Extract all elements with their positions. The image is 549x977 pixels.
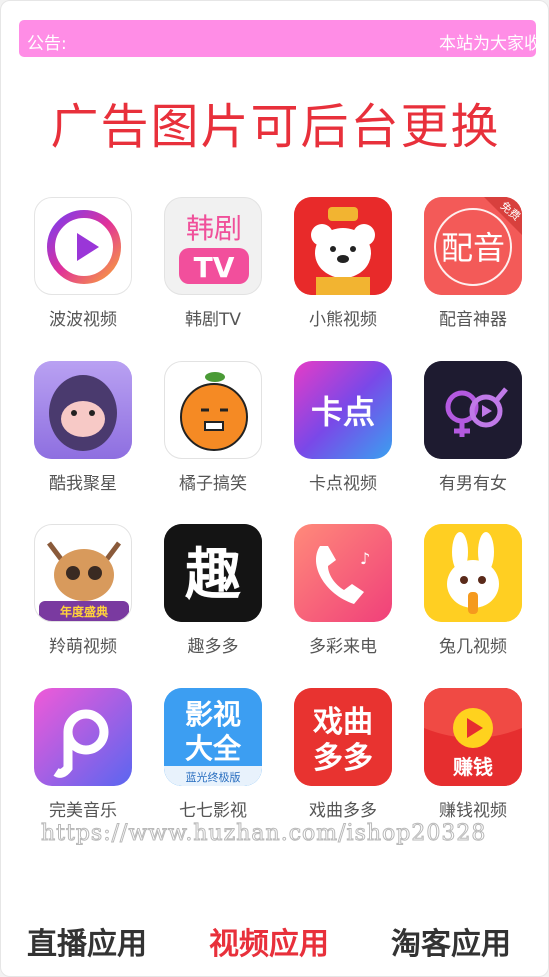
bobo-play-icon (34, 197, 132, 295)
peiyin-icon: 配音 免费 (424, 197, 522, 295)
tab-live[interactable]: 直播应用 (27, 919, 147, 963)
app-label: 多彩来电 (309, 637, 377, 657)
app-label: 七七影视 (179, 801, 247, 821)
category-tabs: 直播应用 视频应用 淘客应用 (1, 919, 548, 969)
app-label: 有男有女 (439, 474, 507, 494)
app-item-hanju[interactable]: 韩剧 TV 韩剧TV (152, 197, 272, 337)
hanju-tv-icon: 韩剧 TV (164, 197, 262, 295)
app-item-bear[interactable]: 小熊视频 (282, 197, 402, 337)
app-label: 韩剧TV (184, 310, 241, 330)
rabbit-icon (424, 524, 522, 622)
phone-icon: ♪ (294, 524, 392, 622)
gorilla-icon (34, 361, 132, 459)
gender-play-icon (424, 361, 522, 459)
app-grid: 波波视频 韩剧 TV 韩剧TV 小熊视频 配音 免费 配音神器 酷我聚星 橘子搞… (1, 1, 548, 831)
tab-taoke[interactable]: 淘客应用 (391, 919, 511, 963)
svg-text:年度盛典: 年度盛典 (60, 604, 108, 619)
app-item-bobo[interactable]: 波波视频 (22, 197, 142, 337)
app-item-lingmeng[interactable]: 年度盛典 羚萌视频 (22, 524, 142, 664)
earn-play-icon: 赚钱 (424, 688, 522, 786)
app-item-kadian[interactable]: 卡点 卡点视频 (282, 361, 402, 501)
svg-text:配音: 配音 (441, 229, 505, 267)
svg-text:♪: ♪ (360, 549, 370, 568)
svg-text:蓝光终极版: 蓝光终极版 (186, 770, 241, 784)
app-label: 赚钱视频 (439, 801, 507, 821)
kadian-icon: 卡点 (294, 361, 392, 459)
app-label: 配音神器 (439, 310, 507, 330)
svg-text:卡点: 卡点 (311, 393, 375, 431)
xiqu-icon: 戏曲 多多 (294, 688, 392, 786)
app-item-zhuanqian[interactable]: 赚钱 赚钱视频 (412, 688, 532, 828)
app-label: 小熊视频 (309, 310, 377, 330)
app-item-qiqi[interactable]: 影视 大全 蓝光终极版 七七影视 (152, 688, 272, 828)
app-label: 酷我聚星 (49, 474, 117, 494)
orange-face-icon (164, 361, 262, 459)
tab-video[interactable]: 视频应用 (209, 919, 329, 963)
svg-text:趣: 趣 (185, 543, 241, 608)
app-label: 橘子搞笑 (179, 474, 247, 494)
app-item-duocai[interactable]: ♪ 多彩来电 (282, 524, 402, 664)
app-item-quduoduo[interactable]: 趣 趣多多 (152, 524, 272, 664)
app-item-nannv[interactable]: 有男有女 (412, 361, 532, 501)
yingshi-icon: 影视 大全 蓝光终极版 (164, 688, 262, 786)
app-label: 戏曲多多 (309, 801, 377, 821)
app-label: 卡点视频 (309, 474, 377, 494)
deer-icon: 年度盛典 (34, 524, 132, 622)
music-p-icon (34, 688, 132, 786)
app-label: 波波视频 (49, 310, 117, 330)
watermark: https://www.huzhan.com/ishop20328 (40, 821, 487, 847)
app-item-tuji[interactable]: 兔几视频 (412, 524, 532, 664)
svg-text:赚钱: 赚钱 (452, 755, 493, 779)
app-item-kuwo[interactable]: 酷我聚星 (22, 361, 142, 501)
svg-text:韩剧: 韩剧 (186, 212, 242, 245)
app-item-wanmei[interactable]: 完美音乐 (22, 688, 142, 828)
app-item-peiyin[interactable]: 配音 免费 配音神器 (412, 197, 532, 337)
bear-icon (294, 197, 392, 295)
app-label: 趣多多 (187, 637, 239, 657)
app-item-orange[interactable]: 橘子搞笑 (152, 361, 272, 501)
app-item-xiqu[interactable]: 戏曲 多多 戏曲多多 (282, 688, 402, 828)
svg-text:大全: 大全 (185, 732, 242, 765)
app-label: 兔几视频 (439, 637, 507, 657)
app-label: 羚萌视频 (49, 637, 117, 657)
page: 公告: 本站为大家收 广告图片可后台更换 波波视频 韩剧 TV 韩剧TV 小熊视… (0, 0, 549, 977)
svg-text:多多: 多多 (313, 741, 373, 776)
svg-text:戏曲: 戏曲 (312, 705, 373, 740)
app-label: 完美音乐 (49, 801, 117, 821)
qu-icon: 趣 (164, 524, 262, 622)
svg-text:TV: TV (194, 251, 235, 284)
svg-text:影视: 影视 (185, 698, 241, 731)
